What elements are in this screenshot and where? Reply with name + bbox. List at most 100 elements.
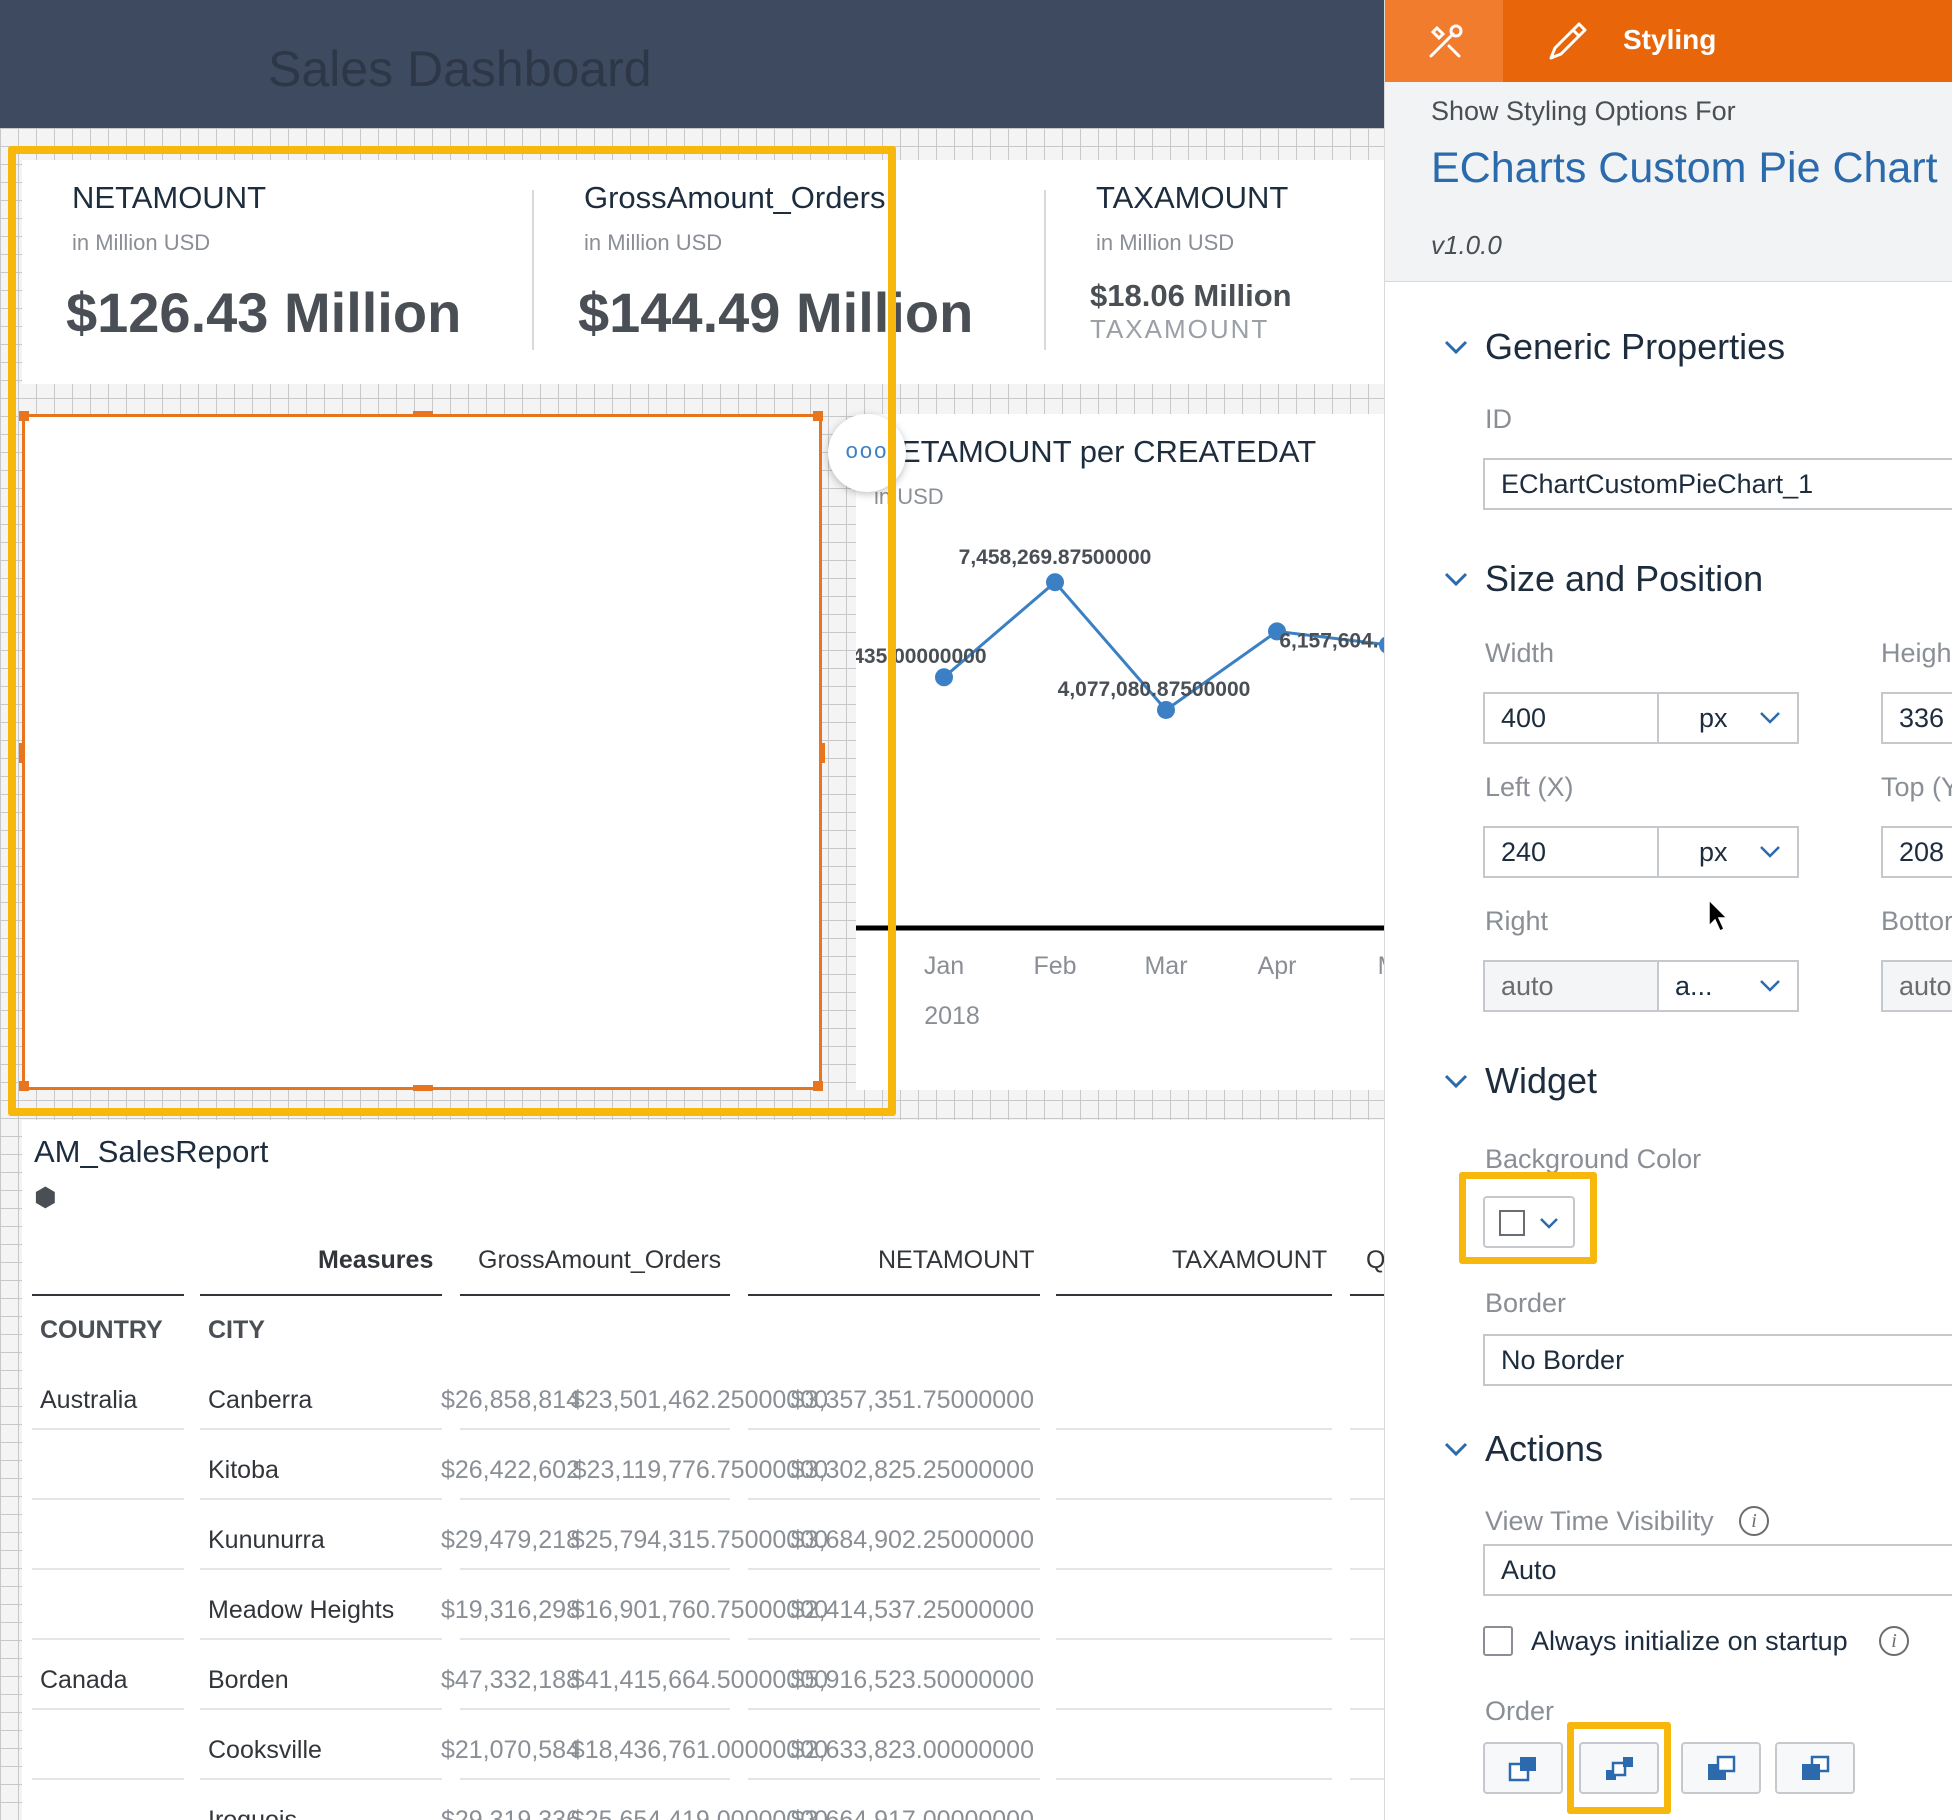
cell-gross: $47,332,188 — [440, 1666, 580, 1694]
kpi-subtitle: in Million USD — [1096, 230, 1235, 255]
cell-tax: $2,633,823.00000000 — [790, 1736, 1034, 1764]
cell-tax: $2,414,537.25000000 — [790, 1596, 1034, 1624]
chevron-down-icon[interactable] — [1443, 1068, 1469, 1094]
left-unit-select[interactable]: px — [1657, 826, 1799, 878]
cell-country: Canada — [40, 1666, 128, 1694]
sales-report-table[interactable]: AM_SalesReport ⬢ Measures GrossAmount_Or… — [22, 1120, 1384, 1820]
highlight-outline — [8, 146, 896, 1116]
bottom-input[interactable]: auto — [1881, 960, 1952, 1012]
row-divider — [1350, 1638, 1384, 1640]
send-to-back-button[interactable] — [1775, 1742, 1855, 1794]
row-divider — [748, 1778, 1040, 1780]
dimension-header-city[interactable]: CITY — [208, 1316, 265, 1345]
kpi-title: TAXAMOUNT — [1096, 180, 1289, 215]
x-tick-label: Apr — [1258, 952, 1297, 980]
send-backward-button[interactable] — [1681, 1742, 1761, 1794]
cell-tax: $5,916,523.50000000 — [790, 1666, 1034, 1694]
column-header[interactable]: NETAMOUNT — [878, 1246, 1034, 1275]
tab-builder[interactable] — [1385, 0, 1503, 82]
bottom-label: Bottor — [1881, 906, 1952, 936]
width-input[interactable]: 400 — [1483, 692, 1659, 744]
chevron-down-icon — [1760, 980, 1780, 992]
section-actions[interactable]: Actions — [1485, 1428, 1603, 1470]
dashboard-canvas: Sales Dashboard NETAMOUNT in Million USD… — [0, 0, 1384, 1820]
row-divider — [460, 1428, 730, 1430]
row-divider — [748, 1708, 1040, 1710]
app-title: Sales Dashboard — [268, 41, 652, 97]
chevron-down-icon[interactable] — [1443, 334, 1469, 360]
header-underline — [748, 1294, 1040, 1296]
top-input[interactable]: 208 — [1881, 826, 1952, 878]
right-unit-select[interactable]: a... — [1657, 960, 1799, 1012]
x-tick-label: Jan — [924, 952, 964, 980]
info-icon[interactable]: i — [1879, 1626, 1909, 1656]
chevron-down-icon[interactable] — [1443, 566, 1469, 592]
data-point[interactable] — [1157, 700, 1175, 719]
column-header[interactable]: Q — [1366, 1246, 1384, 1275]
data-label: 7,458,269.87500000 — [959, 546, 1152, 569]
chevron-down-icon[interactable] — [1443, 1436, 1469, 1462]
panel-tabs: Styling — [1385, 0, 1952, 82]
cell-tax: $3,684,902.25000000 — [790, 1526, 1034, 1554]
section-generic-properties[interactable]: Generic Properties — [1485, 326, 1785, 368]
header-underline — [200, 1294, 442, 1296]
row-divider — [1056, 1498, 1332, 1500]
info-icon[interactable]: i — [1739, 1506, 1769, 1536]
row-divider — [32, 1778, 184, 1780]
kpi-divider — [1044, 190, 1046, 350]
panel-subtitle: Show Styling Options For — [1431, 96, 1736, 126]
id-input[interactable]: EChartCustomPieChart_1 — [1483, 458, 1952, 510]
background-color-label: Background Color — [1485, 1144, 1702, 1174]
section-widget[interactable]: Widget — [1485, 1060, 1597, 1102]
right-unit-value: a... — [1675, 971, 1713, 1001]
cell-net: $23,119,776.75000000 — [572, 1456, 828, 1484]
height-label: Heigh — [1881, 638, 1952, 668]
height-input[interactable]: 336 — [1881, 692, 1952, 744]
table-title: AM_SalesReport — [34, 1134, 269, 1169]
left-label: Left (X) — [1485, 772, 1574, 802]
data-point[interactable] — [935, 668, 953, 687]
id-label: ID — [1485, 404, 1512, 434]
row-divider — [32, 1638, 184, 1640]
row-divider — [200, 1428, 442, 1430]
section-size-position[interactable]: Size and Position — [1485, 558, 1763, 600]
width-unit-value: px — [1699, 703, 1728, 733]
data-point[interactable] — [1046, 573, 1064, 592]
order-label: Order — [1485, 1696, 1555, 1726]
tools-icon — [1429, 24, 1463, 58]
column-header[interactable]: GrossAmount_Orders — [478, 1246, 721, 1275]
row-divider — [32, 1708, 184, 1710]
styling-panel: Styling Show Styling Options For ECharts… — [1384, 0, 1952, 1820]
cell-city: Cooksville — [208, 1736, 322, 1764]
cube-icon: ⬢ — [34, 1182, 57, 1212]
row-divider — [748, 1428, 1040, 1430]
cell-city: Iroquois — [208, 1806, 297, 1820]
mouse-cursor-icon — [1708, 898, 1729, 933]
row-divider — [460, 1708, 730, 1710]
widget-version: v1.0.0 — [1431, 230, 1502, 260]
always-initialize-checkbox[interactable] — [1483, 1626, 1513, 1656]
cell-gross: $29,319,336 — [440, 1806, 580, 1820]
column-header[interactable]: TAXAMOUNT — [1172, 1246, 1327, 1275]
bring-to-front-icon — [1508, 1757, 1536, 1782]
cell-city: Kununurra — [208, 1526, 325, 1554]
cell-gross: $26,858,814 — [440, 1386, 580, 1414]
view-time-visibility-select[interactable]: Auto — [1483, 1544, 1952, 1596]
cell-city: Canberra — [208, 1386, 313, 1414]
cell-gross: $21,070,584 — [440, 1736, 580, 1764]
width-unit-select[interactable]: px — [1657, 692, 1799, 744]
row-divider — [32, 1428, 184, 1430]
left-input[interactable]: 240 — [1483, 826, 1659, 878]
highlight-outline — [1567, 1722, 1671, 1814]
cell-net: $25,654,419.00000000 — [570, 1806, 828, 1820]
cell-gross: $19,316,298 — [440, 1596, 580, 1624]
bring-to-front-button[interactable] — [1483, 1742, 1563, 1794]
right-input[interactable]: auto — [1483, 960, 1659, 1012]
row-divider — [32, 1568, 184, 1570]
row-divider — [200, 1778, 442, 1780]
line-chart-card[interactable]: ETAMOUNT per CREATEDAT in USD ,943,435.0… — [856, 414, 1384, 1090]
panel-header: Show Styling Options For ECharts Custom … — [1385, 82, 1952, 282]
dimension-header-country[interactable]: COUNTRY — [40, 1316, 163, 1345]
border-select[interactable]: No Border — [1483, 1334, 1952, 1386]
row-divider — [748, 1568, 1040, 1570]
